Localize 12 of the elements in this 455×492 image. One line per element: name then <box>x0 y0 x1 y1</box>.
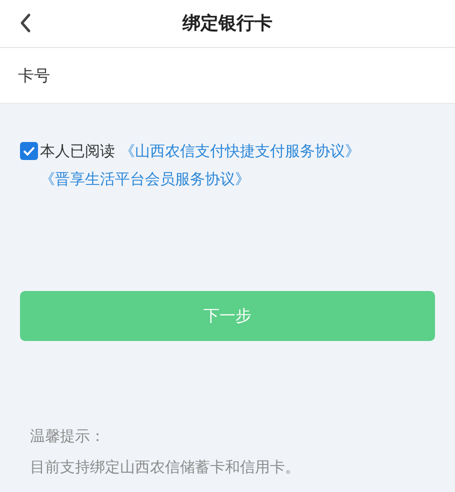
card-number-field[interactable]: 卡号 <box>0 48 455 104</box>
back-icon <box>19 13 31 33</box>
next-button[interactable]: 下一步 <box>20 291 435 341</box>
agreement-link[interactable]: 《山西农信支付快捷支付服务协议》 <box>120 142 360 160</box>
agreement-link[interactable]: 《晋享生活平台会员服务协议》 <box>40 170 250 188</box>
tips-title: 温馨提示： <box>30 426 106 447</box>
tips-text: 目前支持绑定山西农信储蓄卡和信用卡。 <box>30 456 301 478</box>
agreement-checkbox[interactable] <box>20 142 38 160</box>
checkmark-icon <box>23 146 35 156</box>
agreement-text: 本人已阅读 <box>40 142 116 160</box>
page-title: 绑定银行卡 <box>182 12 272 36</box>
card-number-label: 卡号 <box>18 64 50 86</box>
